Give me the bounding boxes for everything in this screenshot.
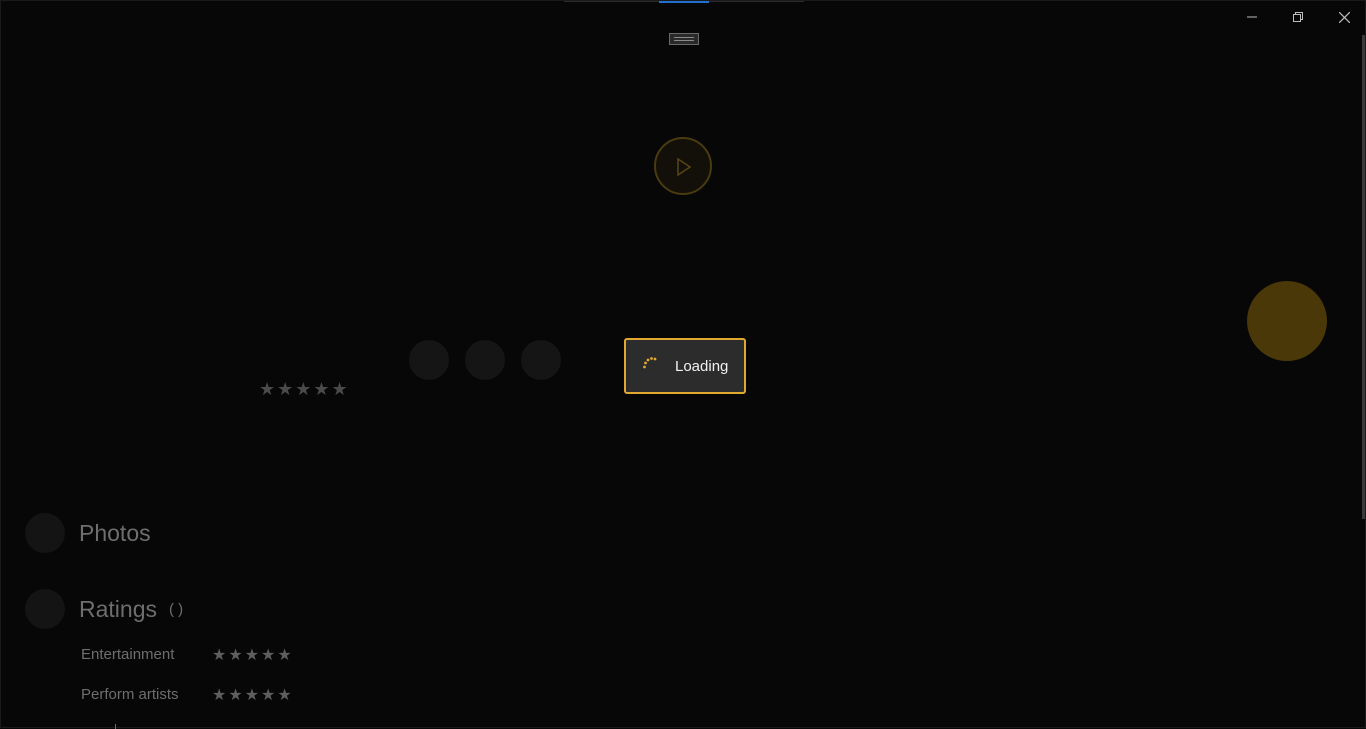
- next-row-fragment: [115, 724, 116, 729]
- photos-section-icon: [25, 513, 65, 553]
- close-button[interactable]: [1321, 1, 1366, 33]
- close-icon: [1338, 11, 1350, 23]
- loading-dialog: Loading: [624, 338, 746, 394]
- rating-label-perform-artists: Perform artists: [81, 686, 179, 703]
- action-placeholder-1[interactable]: [409, 340, 449, 380]
- ratings-section-title[interactable]: Ratings: [79, 596, 157, 623]
- rating-label-entertainment: Entertainment: [81, 646, 175, 663]
- main-rating-stars[interactable]: ★★★★★: [259, 379, 350, 400]
- app-window: ★★★★★ Loading Photos Ratings ( ) Enterta…: [0, 0, 1366, 729]
- ratings-section-icon: [25, 589, 65, 629]
- floating-action-button[interactable]: [1247, 281, 1327, 361]
- top-progress-indicator: [564, 1, 804, 3]
- spinner-icon: [643, 357, 657, 369]
- play-button[interactable]: [654, 137, 712, 195]
- minimize-icon: [1247, 16, 1257, 18]
- rating-stars-perform-artists[interactable]: ★★★★★: [212, 685, 294, 704]
- top-progress-active: [659, 1, 709, 3]
- minimize-button[interactable]: [1229, 1, 1275, 33]
- restore-icon: [1293, 12, 1303, 22]
- photos-section-title[interactable]: Photos: [79, 520, 151, 547]
- drag-handle-icon[interactable]: [669, 33, 699, 45]
- loading-text: Loading: [675, 358, 729, 375]
- play-icon: [677, 158, 692, 176]
- rating-stars-entertainment[interactable]: ★★★★★: [212, 645, 294, 664]
- vertical-scrollbar[interactable]: [1362, 35, 1365, 519]
- ratings-count: ( ): [169, 601, 184, 618]
- action-placeholder-2[interactable]: [465, 340, 505, 380]
- action-placeholder-3[interactable]: [521, 340, 561, 380]
- restore-button[interactable]: [1275, 1, 1321, 33]
